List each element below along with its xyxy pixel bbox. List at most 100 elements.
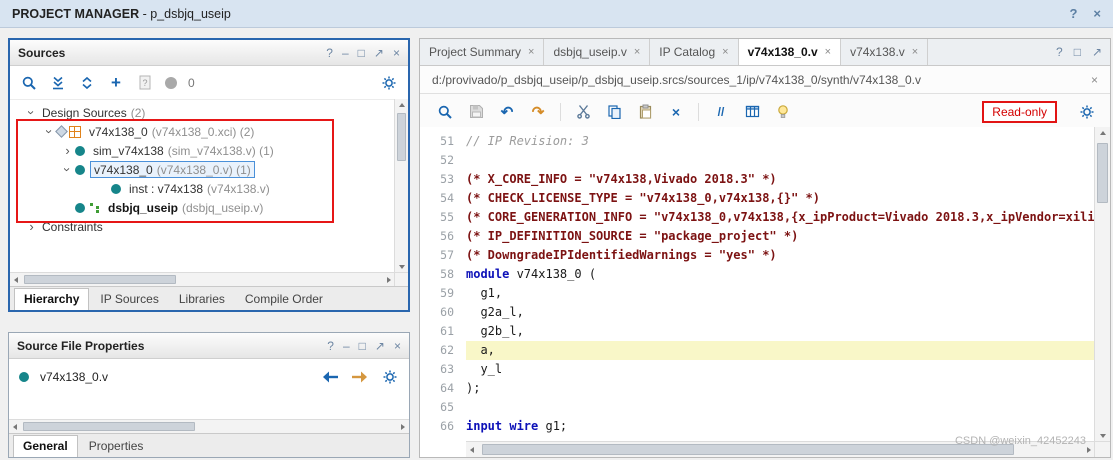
close-icon[interactable]: × — [394, 340, 401, 352]
minimize-icon[interactable]: – — [343, 340, 350, 352]
scroll-left-icon[interactable] — [466, 442, 478, 457]
sources-tab-compile-order[interactable]: Compile Order — [236, 289, 332, 310]
code-line[interactable]: g1, — [466, 284, 1095, 303]
sources-tab-ip-sources[interactable]: IP Sources — [91, 289, 167, 310]
code-line[interactable]: (* IP_DEFINITION_SOURCE = "package_proje… — [466, 227, 1095, 246]
tree-item-dsbjq-useip[interactable]: dsbjq_useip (dsbjq_useip.v) — [10, 198, 395, 217]
close-tab-icon[interactable]: × — [634, 46, 640, 58]
scrollbar-thumb[interactable] — [23, 422, 195, 431]
tree-item-v74x138-0[interactable]: › v74x138_0 (v74x138_0.xci) (2) — [10, 122, 395, 141]
scroll-up-icon[interactable] — [395, 99, 408, 111]
code-line[interactable]: // IP Revision: 3 — [466, 132, 1095, 151]
copy-icon[interactable] — [605, 103, 623, 121]
sources-tab-hierarchy[interactable]: Hierarchy — [14, 288, 90, 310]
code-line[interactable]: (* CHECK_LICENSE_TYPE = "v74x138_0,v74x1… — [466, 189, 1095, 208]
minimize-icon[interactable]: – — [342, 47, 349, 59]
close-tab-icon[interactable]: × — [722, 46, 728, 58]
maximize-icon[interactable]: □ — [359, 340, 366, 352]
expander-icon[interactable]: › — [24, 219, 39, 234]
properties-tab-general[interactable]: General — [13, 435, 78, 457]
maximize-icon[interactable]: □ — [358, 47, 365, 59]
scrollbar-thumb[interactable] — [482, 444, 1014, 455]
close-tab-icon[interactable]: × — [528, 46, 534, 58]
tab-ip-catalog[interactable]: IP Catalog × — [650, 39, 739, 65]
close-tab-icon[interactable]: × — [825, 46, 831, 58]
columns-icon[interactable] — [743, 103, 761, 121]
float-icon[interactable]: ↗ — [375, 340, 385, 352]
close-tab-icon[interactable]: × — [912, 46, 918, 58]
scroll-right-icon[interactable] — [397, 420, 409, 433]
code-line[interactable]: g2b_l, — [466, 322, 1095, 341]
read-only-badge[interactable]: Read-only — [982, 100, 1057, 123]
code-line[interactable] — [466, 151, 1095, 170]
editor-vertical-scrollbar[interactable] — [1094, 127, 1110, 442]
help-icon[interactable]: ? — [326, 47, 333, 59]
scrollbar-thumb[interactable] — [24, 275, 176, 284]
help-icon[interactable]: ? — [327, 340, 334, 352]
settings-gear-icon[interactable] — [381, 368, 399, 386]
forward-arrow-icon[interactable] — [351, 368, 369, 386]
code-line[interactable]: y_l — [466, 360, 1095, 379]
tree-item-design-sources[interactable]: › Design Sources (2) — [10, 103, 395, 122]
expander-icon[interactable]: › — [60, 162, 75, 177]
settings-gear-icon[interactable] — [380, 74, 398, 92]
collapse-all-icon[interactable] — [49, 74, 67, 92]
maximize-icon[interactable]: □ — [1074, 46, 1081, 58]
sources-vertical-scrollbar[interactable] — [394, 99, 408, 273]
code-line[interactable]: ); — [466, 379, 1095, 398]
properties-bottom-tabs: General Properties — [9, 433, 409, 457]
tree-item-sim-v74x138[interactable]: › sim_v74x138 (sim_v74x138.v) (1) — [10, 141, 395, 160]
undo-icon[interactable]: ↶ — [498, 103, 516, 121]
tab-dsbjq-useip-v[interactable]: dsbjq_useip.v × — [544, 39, 651, 65]
tab-v74x138-0-v[interactable]: v74x138_0.v × — [738, 39, 842, 65]
editor-settings-gear-icon[interactable] — [1078, 103, 1096, 121]
find-icon[interactable] — [436, 103, 454, 121]
properties-tab-properties[interactable]: Properties — [80, 436, 153, 457]
back-arrow-icon[interactable] — [321, 368, 339, 386]
save-icon[interactable] — [467, 103, 485, 121]
scroll-up-icon[interactable] — [1095, 127, 1110, 139]
expander-icon[interactable]: › — [60, 143, 75, 158]
close-icon[interactable]: × — [393, 47, 400, 59]
lightbulb-icon[interactable] — [774, 103, 792, 121]
close-path-icon[interactable]: × — [1091, 73, 1098, 87]
delete-icon[interactable]: × — [667, 103, 685, 121]
code-lines[interactable]: // IP Revision: 3 (* X_CORE_INFO = "v74x1… — [466, 127, 1095, 442]
sources-tab-libraries[interactable]: Libraries — [170, 289, 234, 310]
scroll-left-icon[interactable] — [9, 420, 21, 433]
properties-horizontal-scrollbar[interactable] — [9, 419, 409, 433]
code-editor[interactable]: 51 52 53 54 55 56 57 58 59 60 61 62 63 64 65 66 // IP R… — [420, 127, 1110, 442]
code-line[interactable]: input wire g1; — [466, 417, 1095, 436]
redo-icon[interactable]: ↷ — [529, 103, 547, 121]
line-number: 62 — [440, 343, 454, 357]
cut-icon[interactable] — [574, 103, 592, 121]
paste-icon[interactable] — [636, 103, 654, 121]
tab-project-summary[interactable]: Project Summary × — [420, 39, 545, 65]
scrollbar-thumb[interactable] — [1097, 143, 1108, 203]
scrollbar-thumb[interactable] — [397, 113, 406, 161]
search-icon[interactable] — [20, 74, 38, 92]
expander-icon[interactable]: › — [24, 105, 39, 120]
tree-item-constraints[interactable]: › Constraints — [10, 217, 395, 236]
help-doc-icon[interactable]: ? — [136, 74, 154, 92]
tree-item-inst-v74x138[interactable]: inst : v74x138 (v74x138.v) — [10, 179, 395, 198]
code-line[interactable]: module v74x138_0 ( — [466, 265, 1095, 284]
float-icon[interactable]: ↗ — [1092, 46, 1102, 58]
code-line[interactable]: (* CORE_GENERATION_INFO = "v74x138_0,v74… — [466, 208, 1095, 227]
float-icon[interactable]: ↗ — [374, 47, 384, 59]
code-line[interactable] — [466, 398, 1095, 417]
scroll-left-icon[interactable] — [10, 273, 22, 286]
sources-horizontal-scrollbar[interactable] — [10, 272, 395, 286]
code-line[interactable]: a, — [466, 341, 1095, 360]
expand-collapse-icon[interactable] — [78, 74, 96, 92]
tree-item-v74x138-0[interactable]: › v74x138_0 (v74x138_0.v) (1) — [10, 160, 395, 179]
add-sources-icon[interactable]: + — [107, 73, 125, 92]
code-line[interactable]: g2a_l, — [466, 303, 1095, 322]
close-icon[interactable]: × — [1093, 6, 1101, 21]
code-line[interactable]: (* DowngradeIPIdentifiedWarnings = "yes"… — [466, 246, 1095, 265]
tab-v74x138-v[interactable]: v74x138.v × — [841, 39, 929, 65]
help-icon[interactable]: ? — [1056, 46, 1063, 58]
toggle-comment-icon[interactable]: // — [712, 103, 730, 121]
help-icon[interactable]: ? — [1069, 6, 1077, 21]
code-line[interactable]: (* X_CORE_INFO = "v74x138,Vivado 2018.3"… — [466, 170, 1095, 189]
